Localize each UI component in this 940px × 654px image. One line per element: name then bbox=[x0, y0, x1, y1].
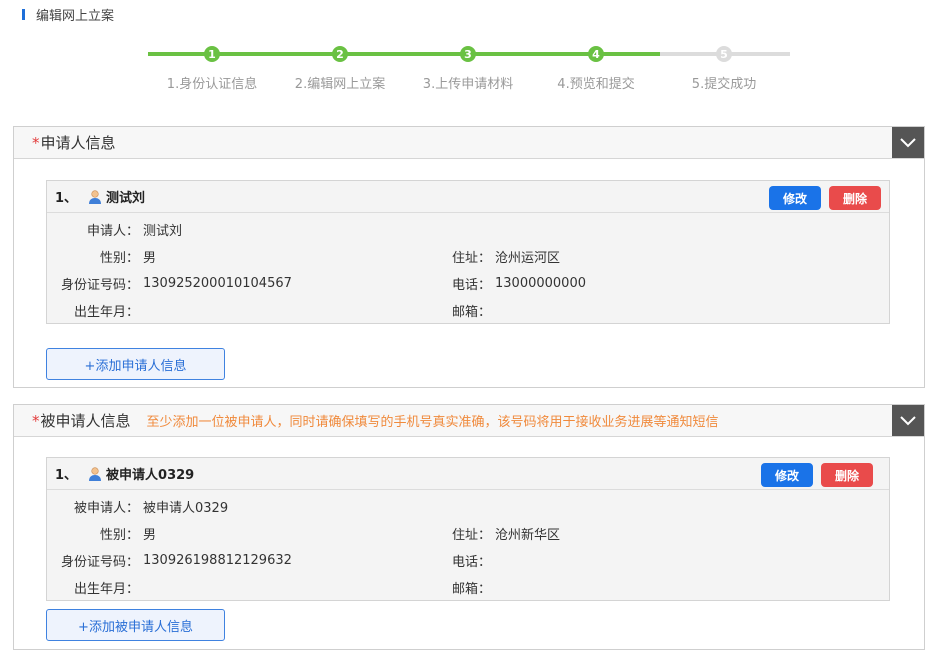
card-fields: 申请人： 测试刘 性别： 男 住址： 沧州运河区 身份证号码： 13092520… bbox=[47, 213, 889, 321]
applicant-section: * 申请人信息 1、 测试刘 修改 删除 申请人： 测试刘 性别： 男 住址： … bbox=[13, 126, 925, 388]
field-label: 邮箱： bbox=[451, 581, 491, 597]
step-dot-3: 3 bbox=[460, 46, 476, 62]
card-fields: 被申请人： 被申请人0329 性别： 男 住址： 沧州新华区 身份证号码： 13… bbox=[47, 490, 889, 598]
required-mark: * bbox=[32, 133, 40, 152]
field-value: 130926198812129632 bbox=[143, 552, 292, 568]
step-number: 2 bbox=[336, 47, 344, 61]
edit-button[interactable]: 修改 bbox=[761, 463, 813, 487]
field-gender: 性别： 男 bbox=[55, 247, 157, 266]
collapse-button[interactable] bbox=[892, 127, 924, 158]
step-number: 1 bbox=[208, 47, 216, 61]
add-respondent-button[interactable]: +添加被申请人信息 bbox=[46, 609, 225, 641]
respondent-card: 1、 被申请人0329 修改 删除 被申请人： 被申请人0329 性别： 男 住… bbox=[46, 457, 890, 601]
field-label: 邮箱： bbox=[451, 304, 491, 320]
step-number: 4 bbox=[592, 47, 600, 61]
applicant-card: 1、 测试刘 修改 删除 申请人： 测试刘 性别： 男 住址： 沧州运河区 身份… bbox=[46, 180, 890, 324]
field-value: 沧州运河区 bbox=[495, 250, 561, 266]
field-label: 电话： bbox=[451, 554, 491, 570]
step-label-4: 4.预览和提交 bbox=[557, 77, 635, 92]
field-email: 邮箱： bbox=[447, 578, 495, 597]
respondent-section: * 被申请人信息 至少添加一位被申请人，同时请确保填写的手机号真实准确，该号码将… bbox=[13, 404, 925, 650]
respondent-section-header: * 被申请人信息 至少添加一位被申请人，同时请确保填写的手机号真实准确，该号码将… bbox=[14, 405, 924, 437]
step-label-2: 2.编辑网上立案 bbox=[294, 77, 386, 92]
step-dot-5: 5 bbox=[716, 46, 732, 62]
collapse-button[interactable] bbox=[892, 405, 924, 436]
field-label: 出生年月： bbox=[73, 304, 139, 320]
step-dot-1: 1 bbox=[204, 46, 220, 62]
section-title: 被申请人信息 bbox=[40, 412, 131, 430]
field-gender: 性别： 男 bbox=[55, 524, 157, 543]
step-label-3: 3.上传申请材料 bbox=[422, 77, 514, 92]
progress-stepper: 1 2 3 4 5 1.身份认证信息 2.编辑网上立案 3.上传申请材料 4.预… bbox=[148, 46, 790, 92]
field-value: 被申请人0329 bbox=[143, 500, 229, 516]
card-index: 1、 bbox=[55, 468, 78, 483]
field-applicant: 申请人： 测试刘 bbox=[55, 220, 183, 239]
field-label: 性别： bbox=[99, 527, 139, 543]
field-label: 被申请人： bbox=[73, 500, 139, 516]
field-label: 申请人： bbox=[86, 223, 139, 239]
card-person-name: 测试刘 bbox=[106, 191, 146, 206]
field-address: 住址： 沧州运河区 bbox=[447, 247, 561, 266]
field-id-number: 身份证号码： 130926198812129632 bbox=[55, 551, 292, 570]
page-title: 编辑网上立案 bbox=[36, 8, 115, 24]
field-respondent: 被申请人： 被申请人0329 bbox=[55, 497, 229, 516]
edit-button[interactable]: 修改 bbox=[769, 186, 821, 210]
field-value: 男 bbox=[143, 250, 157, 266]
card-index: 1、 bbox=[55, 191, 78, 206]
field-value: 测试刘 bbox=[143, 223, 183, 239]
field-phone: 电话： 13000000000 bbox=[447, 274, 586, 293]
applicant-section-header: * 申请人信息 bbox=[14, 127, 924, 159]
card-header: 1、 被申请人0329 修改 删除 bbox=[47, 458, 889, 490]
person-icon bbox=[89, 189, 102, 204]
card-header: 1、 测试刘 修改 删除 bbox=[47, 181, 889, 213]
add-applicant-button[interactable]: +添加申请人信息 bbox=[46, 348, 225, 380]
field-address: 住址： 沧州新华区 bbox=[447, 524, 561, 543]
field-value: 130925200010104567 bbox=[143, 275, 292, 291]
field-label: 性别： bbox=[99, 250, 139, 266]
step-number: 3 bbox=[464, 47, 472, 61]
field-label: 住址： bbox=[451, 250, 491, 266]
section-hint: 至少添加一位被申请人，同时请确保填写的手机号真实准确，该号码将用于接收业务进展等… bbox=[146, 415, 719, 430]
chevron-down-icon bbox=[900, 137, 916, 147]
chevron-down-icon bbox=[900, 415, 916, 425]
page-header: 编辑网上立案 bbox=[22, 5, 115, 24]
field-phone: 电话： bbox=[447, 551, 495, 570]
field-id-number: 身份证号码： 130925200010104567 bbox=[55, 274, 292, 293]
card-person-name: 被申请人0329 bbox=[106, 468, 195, 483]
section-title: 申请人信息 bbox=[40, 134, 116, 152]
delete-button[interactable]: 删除 bbox=[829, 186, 881, 210]
field-label: 住址： bbox=[451, 527, 491, 543]
step-dot-4: 4 bbox=[588, 46, 604, 62]
field-value: 男 bbox=[143, 527, 157, 543]
step-label-5: 5.提交成功 bbox=[691, 77, 757, 92]
field-birth: 出生年月： bbox=[55, 578, 143, 597]
field-email: 邮箱： bbox=[447, 301, 495, 320]
person-icon bbox=[89, 466, 102, 481]
field-label: 出生年月： bbox=[73, 581, 139, 597]
field-value: 13000000000 bbox=[495, 275, 586, 291]
field-label: 身份证号码： bbox=[60, 554, 139, 570]
field-value: 沧州新华区 bbox=[495, 527, 561, 543]
field-label: 电话： bbox=[451, 277, 491, 293]
field-birth: 出生年月： bbox=[55, 301, 143, 320]
step-dot-2: 2 bbox=[332, 46, 348, 62]
header-accent-bar bbox=[22, 8, 25, 20]
field-label: 身份证号码： bbox=[60, 277, 139, 293]
delete-button[interactable]: 删除 bbox=[821, 463, 873, 487]
step-number: 5 bbox=[720, 47, 728, 61]
step-label-1: 1.身份认证信息 bbox=[166, 77, 258, 92]
required-mark: * bbox=[32, 411, 40, 430]
